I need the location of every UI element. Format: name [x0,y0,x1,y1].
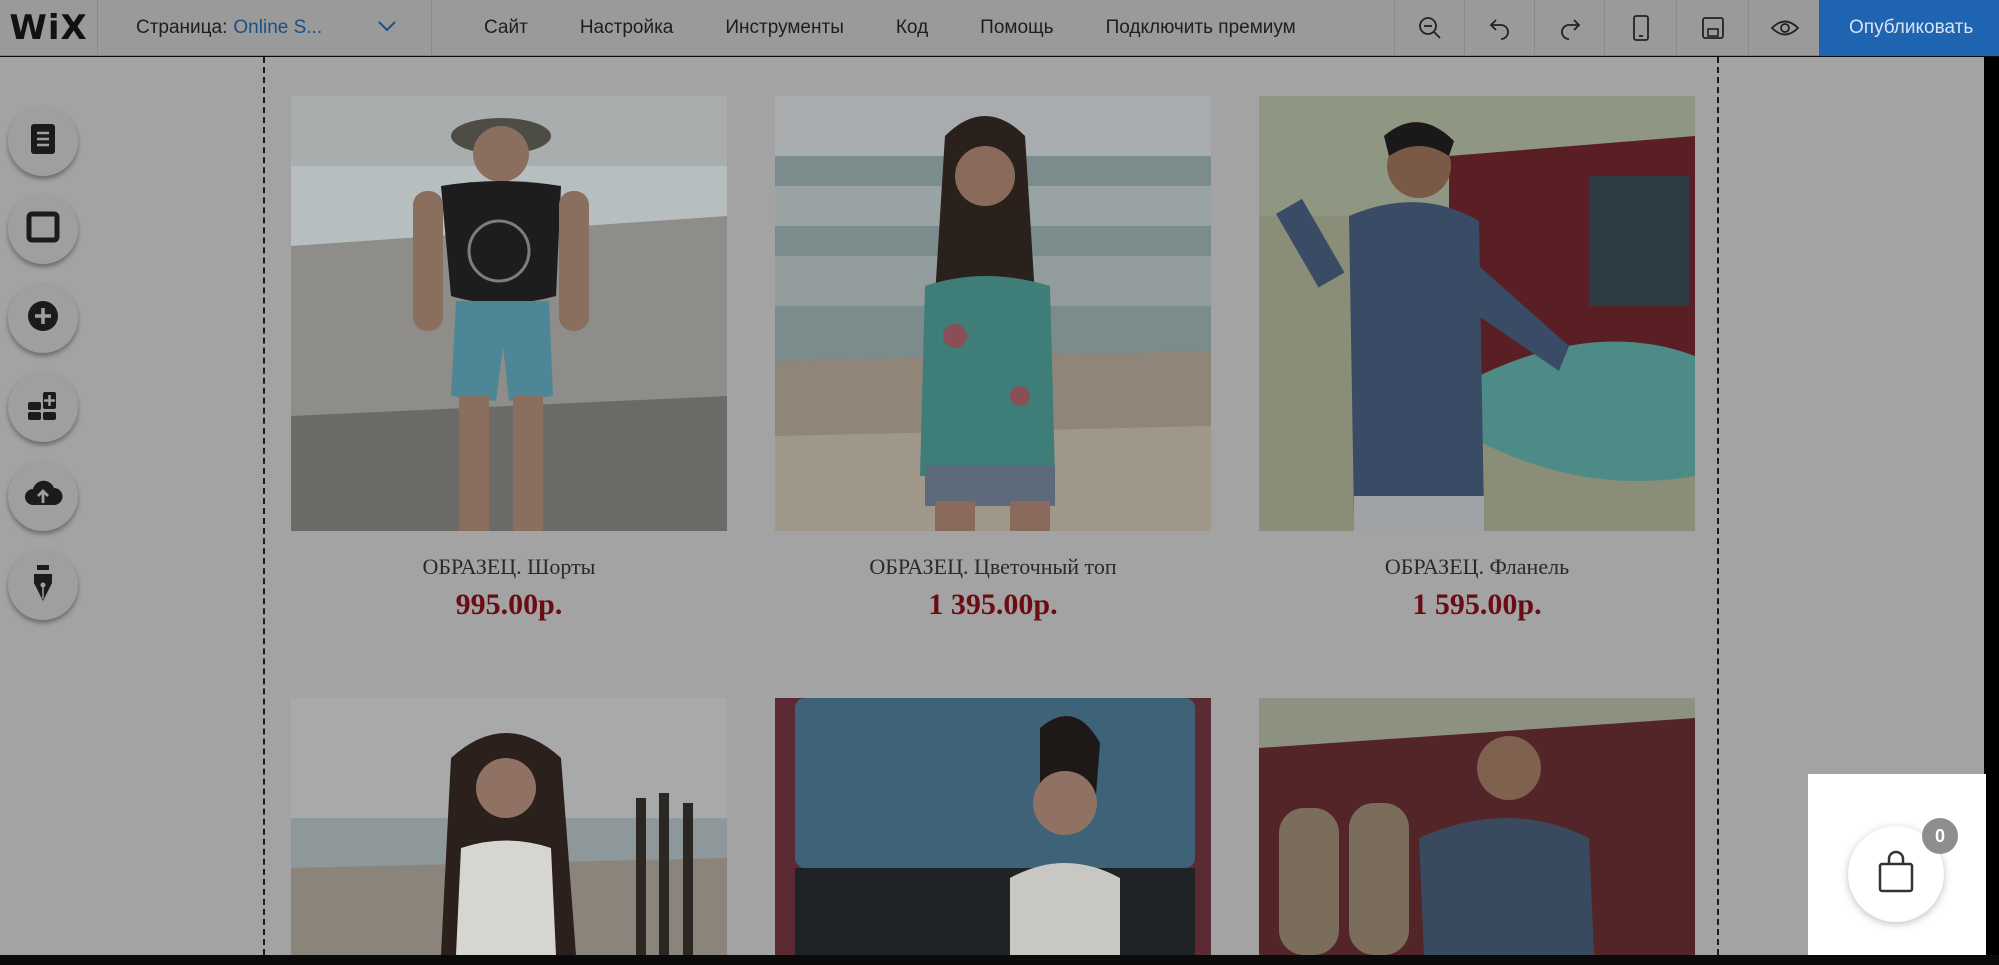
product-price: 1 395.00р. [928,588,1058,621]
right-edge [1984,57,1999,955]
pages-icon [28,122,58,161]
product-price: 995.00р. [455,588,563,621]
shopping-bag-icon [1876,850,1916,899]
upload-icon [23,479,63,514]
upload-tool[interactable] [8,461,78,531]
menu-code[interactable]: Код [896,17,928,39]
product-image-flannel[interactable] [1259,96,1695,531]
background-icon [26,211,60,248]
redo-icon[interactable] [1534,0,1604,56]
product-title[interactable]: ОБРАЗЕЦ. Шорты [291,554,727,580]
publish-button[interactable]: Опубликовать [1819,0,1999,56]
page-name: Online S... [233,16,323,38]
menu-tools[interactable]: Инструменты [725,17,843,39]
right-gridline [1717,57,1719,955]
chevron-down-icon [377,19,397,37]
add-icon [26,299,60,338]
product-image-white-top[interactable] [775,698,1211,955]
product-title[interactable]: ОБРАЗЕЦ. Цветочный топ [775,554,1211,580]
menu-settings[interactable]: Настройка [580,17,674,39]
save-icon[interactable] [1676,0,1748,56]
top-menu: Сайт Настройка Инструменты Код Помощь По… [432,0,1296,56]
product-image-shorts[interactable] [291,96,727,531]
mobile-icon[interactable] [1604,0,1676,56]
pages-tool[interactable] [8,106,78,176]
wix-logo[interactable]: WiX [0,0,98,56]
menu-site[interactable]: Сайт [484,17,528,39]
cart-count-badge: 0 [1922,818,1958,854]
menu-help[interactable]: Помощь [980,17,1053,39]
background-tool[interactable] [8,194,78,264]
preview-eye-icon[interactable] [1748,0,1820,56]
product-price: 1 595.00р. [1412,588,1542,621]
add-tool[interactable] [8,283,78,353]
zoom-out-icon[interactable] [1394,0,1464,56]
page-selector[interactable]: Страница: Online S... [98,0,432,56]
product-image-floral-top[interactable] [775,96,1211,531]
cart-widget-frame: 0 [1808,774,1986,955]
blog-pen-icon [28,563,58,608]
blog-tool[interactable] [8,550,78,620]
menu-upgrade[interactable]: Подключить премиум [1106,17,1296,39]
page-label: Страница: [136,16,228,38]
product-image-lace-top[interactable] [291,698,727,955]
editor-top-bar: WiX Страница: Online S... Сайт Настройка… [0,0,1999,56]
apps-icon [26,388,60,427]
product-image-shirt[interactable] [1259,698,1695,955]
apps-tool[interactable] [8,372,78,442]
left-gridline [263,57,265,955]
undo-icon[interactable] [1464,0,1534,56]
bottom-edge [0,955,1999,965]
product-title[interactable]: ОБРАЗЕЦ. Фланель [1259,554,1695,580]
